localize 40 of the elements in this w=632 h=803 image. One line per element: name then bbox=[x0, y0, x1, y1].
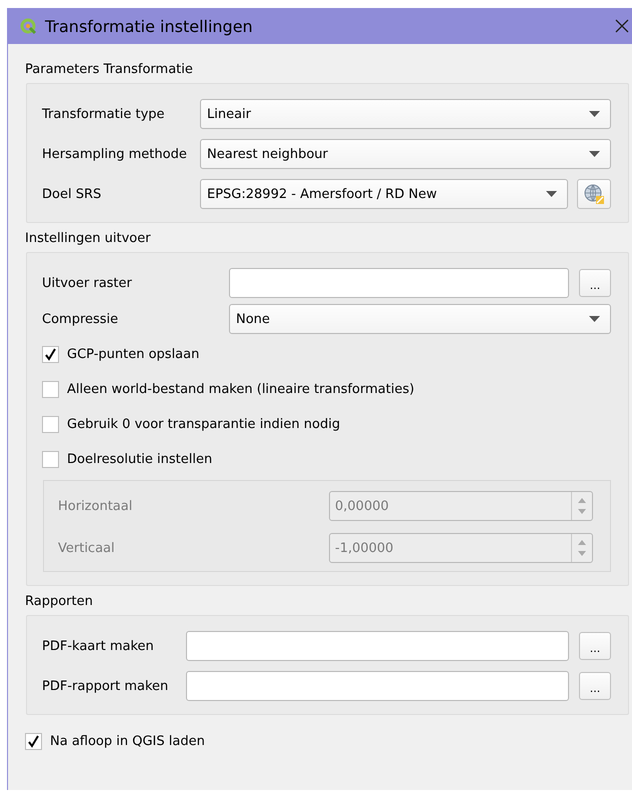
browse-button[interactable]: ... bbox=[579, 632, 611, 660]
field-label: Verticaal bbox=[58, 540, 116, 556]
checkbox-label[interactable]: GCP-punten opslaan bbox=[67, 347, 200, 362]
dropdown[interactable]: None bbox=[229, 304, 611, 334]
checkbox[interactable] bbox=[25, 733, 42, 750]
section-title: Instellingen uitvoer bbox=[24, 230, 152, 248]
field-label: PDF-kaart maken bbox=[42, 638, 154, 654]
field-label: Compressie bbox=[42, 312, 118, 326]
dropdown[interactable]: Lineair bbox=[200, 99, 611, 129]
globe-icon bbox=[583, 183, 605, 205]
browse-button[interactable]: ... bbox=[579, 672, 611, 700]
text-field[interactable] bbox=[186, 671, 569, 701]
crs-picker-button[interactable] bbox=[577, 179, 611, 209]
section-title: Rapporten bbox=[24, 593, 94, 611]
field-label: Transformatie type bbox=[42, 106, 165, 122]
dropdown-arrow-icon bbox=[589, 316, 600, 322]
field-label: Hersampling methode bbox=[42, 146, 187, 162]
browse-button[interactable]: ... bbox=[579, 269, 611, 297]
field-label: Doel SRS bbox=[42, 186, 102, 202]
field-label: Horizontaal bbox=[58, 498, 134, 514]
checkbox[interactable] bbox=[42, 416, 59, 433]
dropdown[interactable]: EPSG:28992 - Amersfoort / RD New bbox=[200, 179, 568, 209]
checkbox-label[interactable]: Doelresolutie instellen bbox=[67, 452, 212, 467]
window-title: Transformatie instellingen bbox=[45, 16, 254, 36]
checkbox-label[interactable]: Gebruik 0 voor transparantie indien nodig bbox=[67, 417, 340, 432]
dropdown-arrow-icon bbox=[589, 111, 600, 117]
text-field[interactable] bbox=[186, 631, 569, 661]
text-field[interactable] bbox=[229, 268, 569, 298]
checkbox-label[interactable]: Na afloop in QGIS laden bbox=[50, 734, 205, 749]
checkbox[interactable] bbox=[42, 381, 59, 398]
checkbox[interactable] bbox=[42, 451, 59, 468]
field-label: Uitvoer raster bbox=[42, 276, 132, 290]
checkbox-label[interactable]: Alleen world-bestand maken (lineaire transformaties) bbox=[67, 382, 414, 397]
field-label: PDF-rapport maken bbox=[42, 678, 168, 694]
dropdown[interactable]: Nearest neighbour bbox=[200, 139, 611, 169]
logo-icon bbox=[20, 18, 37, 34]
checkbox[interactable] bbox=[42, 346, 59, 363]
dropdown-arrow-icon bbox=[589, 151, 600, 157]
section-title: Parameters Transformatie bbox=[24, 61, 194, 79]
dropdown-arrow-icon bbox=[546, 191, 557, 197]
